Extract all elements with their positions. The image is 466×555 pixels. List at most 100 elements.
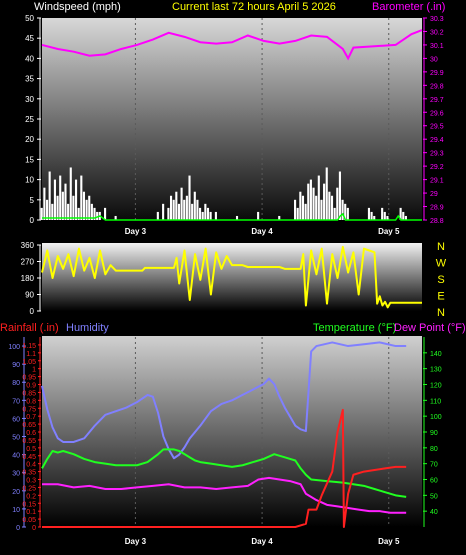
windspeed-bar bbox=[56, 195, 59, 220]
rainfall-tick-label: 0.6 bbox=[26, 430, 36, 437]
compass-label-5: N bbox=[437, 307, 445, 319]
windspeed-bar bbox=[325, 167, 328, 220]
humidity-tick-label: 10 bbox=[12, 507, 20, 514]
compass-label-3: S bbox=[437, 274, 444, 286]
windspeed-bar bbox=[80, 175, 83, 220]
windspeed-bar bbox=[177, 203, 181, 220]
temperature-tick-label: 50 bbox=[430, 493, 438, 500]
panel1-right-tick-label: 29.3 bbox=[430, 151, 444, 158]
rainfall-tick-label: 0.15 bbox=[22, 501, 36, 508]
panel1-left-tick-label: 35 bbox=[25, 75, 34, 84]
panel1-left-tick-label: 50 bbox=[25, 14, 34, 23]
humidity-tick-label: 100 bbox=[8, 344, 20, 351]
windspeed-bar bbox=[312, 187, 315, 220]
windspeed-bar bbox=[383, 211, 386, 220]
windspeed-bar bbox=[183, 199, 186, 220]
humidity-tick-label: 90 bbox=[12, 362, 20, 369]
windspeed-bar bbox=[185, 195, 188, 220]
windspeed-bar bbox=[96, 211, 99, 220]
windspeed-bar bbox=[370, 211, 373, 220]
windspeed-bar bbox=[191, 203, 194, 220]
panel1-left-tick-label: 30 bbox=[25, 95, 34, 104]
compass-label-1: N bbox=[437, 241, 445, 253]
windspeed-bar bbox=[328, 191, 331, 220]
panel1-right-tick-label: 28.9 bbox=[430, 205, 444, 212]
windspeed-bar bbox=[206, 207, 210, 220]
temperature-tick-label: 90 bbox=[430, 430, 438, 437]
windspeed-bar bbox=[299, 191, 302, 220]
panel1-right-tick-label: 29.6 bbox=[430, 110, 444, 117]
windspeed-bar bbox=[169, 195, 173, 220]
windspeed-bar bbox=[64, 183, 67, 220]
humidity-tick-label: 60 bbox=[12, 416, 20, 423]
rainfall-tick-label: 0.85 bbox=[22, 390, 36, 397]
rainfall-tick-label: 0.95 bbox=[22, 375, 36, 382]
rainfall-tick-label: 0.8 bbox=[26, 398, 36, 405]
windspeed-bar bbox=[309, 179, 312, 220]
panel1-left-tick-label: 25 bbox=[25, 115, 34, 124]
windspeed-bar bbox=[330, 195, 334, 220]
windspeed-bar bbox=[214, 211, 217, 220]
rainfall-tick-label: 1 bbox=[32, 367, 36, 374]
windspeed-bar bbox=[307, 183, 310, 220]
windspeed-bar bbox=[204, 203, 207, 220]
windspeed-bar bbox=[193, 191, 196, 220]
windspeed-bar bbox=[82, 191, 86, 220]
windspeed-bar bbox=[85, 199, 88, 220]
panel1-right-tick-label: 28.8 bbox=[430, 218, 444, 225]
windspeed-bar bbox=[199, 207, 202, 220]
panel3-x-tick-label-1: Day 3 bbox=[125, 537, 147, 546]
rainfall-tick-label: 0.55 bbox=[22, 438, 36, 445]
humidity-tick-label: 0 bbox=[16, 525, 20, 532]
panel1-x-tick-label-3: Day 5 bbox=[378, 227, 400, 236]
rainfall-tick-label: 0.9 bbox=[26, 383, 36, 390]
rainfall-tick-label: 0.65 bbox=[22, 422, 36, 429]
compass-label-4: E bbox=[437, 291, 444, 303]
rainfall-tick-label: 1.15 bbox=[22, 343, 36, 350]
panel1-left-tick-label: 5 bbox=[30, 196, 35, 205]
temperature-tick-label: 130 bbox=[430, 367, 442, 374]
windspeed-bar bbox=[188, 175, 191, 220]
windspeed-bar bbox=[317, 175, 320, 220]
panel3-x-tick-label-2: Day 4 bbox=[251, 537, 273, 546]
windspeed-bar bbox=[162, 203, 165, 220]
windspeed-bar bbox=[315, 195, 318, 220]
panel1-right-tick-label: 29 bbox=[430, 191, 438, 198]
panel1-right-tick-label: 29.4 bbox=[430, 137, 444, 144]
rainfall-tick-label: 0.35 bbox=[22, 470, 36, 477]
windspeed-bar bbox=[72, 195, 75, 220]
humidity-tick-label: 50 bbox=[12, 435, 20, 442]
windspeed-bar bbox=[172, 199, 175, 220]
windspeed-bar bbox=[167, 207, 170, 220]
windspeed-bar bbox=[69, 167, 72, 220]
rainfall-tick-label: 0.5 bbox=[26, 446, 36, 453]
windspeed-bar bbox=[43, 187, 46, 220]
panel1-title-windspeed: Windspeed (mph) bbox=[34, 1, 121, 13]
wind-compass-labels: NWSEN bbox=[436, 241, 447, 319]
windspeed-bar bbox=[346, 207, 349, 220]
rainfall-tick-label: 0.7 bbox=[26, 414, 36, 421]
windspeed-bar bbox=[367, 207, 371, 220]
windspeed-bar bbox=[323, 183, 326, 220]
panel1-right-tick-label: 29.8 bbox=[430, 83, 444, 90]
windspeed-bar bbox=[53, 179, 56, 220]
panel2-left-tick-label: 270 bbox=[21, 258, 35, 267]
temperature-tick-label: 120 bbox=[430, 383, 442, 390]
windspeed-bar bbox=[45, 199, 49, 220]
rainfall-tick-label: 0.3 bbox=[26, 478, 36, 485]
panel3-x-tick-label-3: Day 5 bbox=[378, 537, 400, 546]
windspeed-bar bbox=[180, 187, 183, 220]
rainfall-tick-label: 1.1 bbox=[26, 351, 36, 358]
windspeed-bar bbox=[301, 195, 305, 220]
windspeed-bar bbox=[196, 199, 199, 220]
panel3-title-humidity: Humidity bbox=[66, 322, 109, 334]
panel2-left-tick-label: 180 bbox=[21, 274, 35, 283]
panel1-left-tick-label: 0 bbox=[30, 216, 35, 225]
rainfall-tick-label: 0.05 bbox=[22, 517, 36, 524]
panel1-right-tick-label: 29.2 bbox=[430, 164, 444, 171]
panel1-right-tick-label: 30.1 bbox=[430, 43, 444, 50]
panel1-left-tick-label: 40 bbox=[25, 54, 34, 63]
windspeed-bar bbox=[201, 211, 204, 220]
panel1-right-tick-label: 30.2 bbox=[430, 29, 444, 36]
weather-graph-page: Windspeed (mph) Current last 72 hours Ap… bbox=[0, 0, 466, 555]
